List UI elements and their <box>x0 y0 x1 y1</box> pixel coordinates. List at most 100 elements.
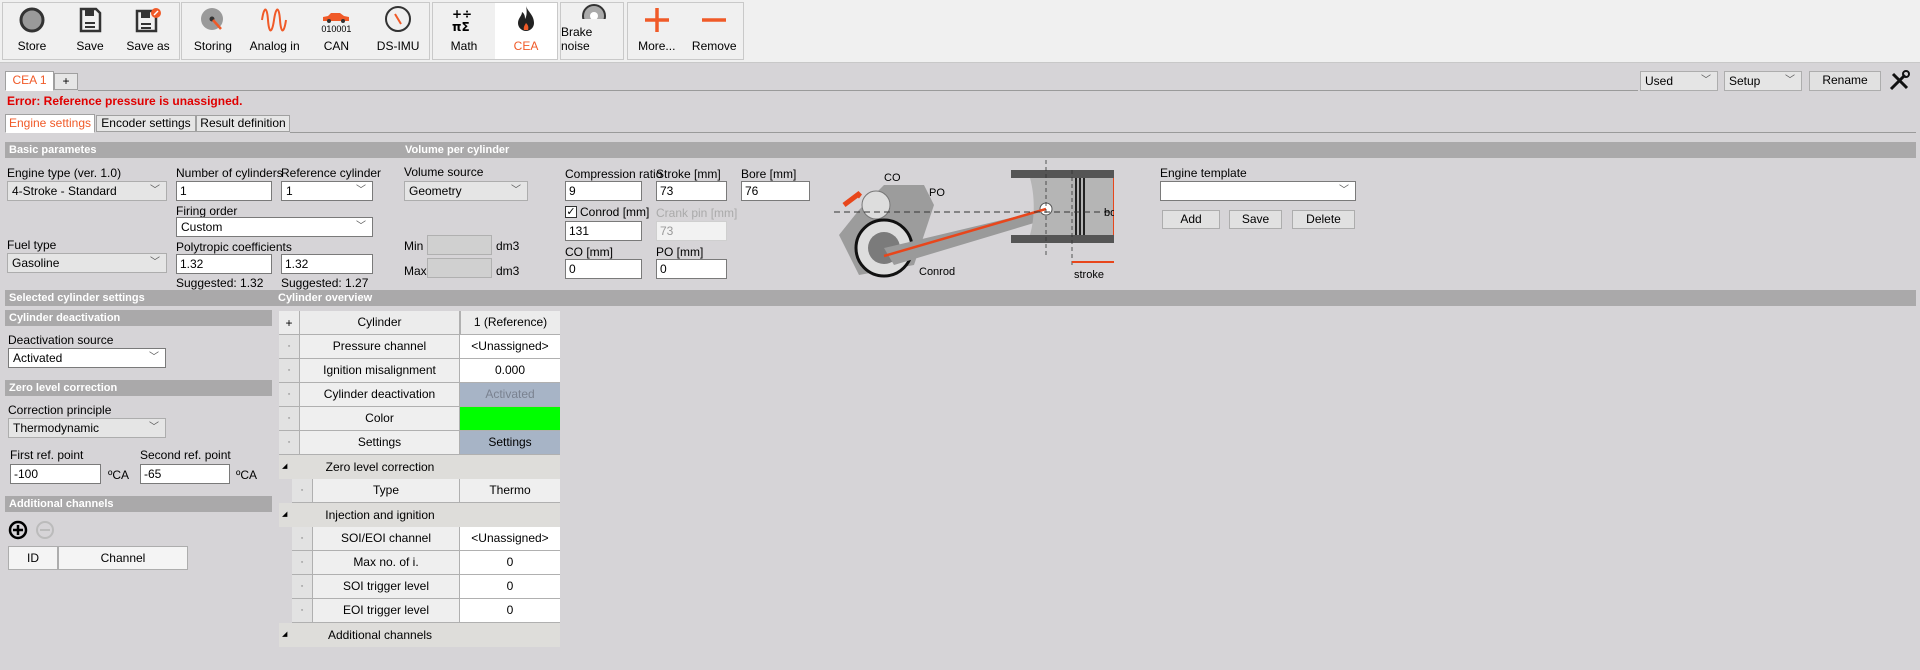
row-label: Type <box>313 479 460 503</box>
tab-cea-1[interactable]: CEA 1 <box>5 71 54 91</box>
table-row: ▫ SOI trigger level 0 <box>292 575 560 599</box>
can-button[interactable]: 010001 CAN <box>306 3 368 59</box>
first-ref-input[interactable]: -100 <box>10 464 101 484</box>
sine-wave-icon <box>260 8 287 32</box>
conrod-checkbox[interactable]: ✓ <box>565 206 577 218</box>
engine-type-select[interactable]: 4-Stroke - Standard ﹀ <box>7 181 167 201</box>
brake-noise-button[interactable]: Brake noise <box>561 3 623 59</box>
rename-button[interactable]: Rename <box>1809 71 1881 91</box>
deactivation-source-select[interactable]: Activated ﹀ <box>8 348 166 368</box>
chevron-down-icon: ﹀ <box>1339 185 1349 196</box>
storing-button[interactable]: Storing <box>182 3 244 59</box>
stroke-input[interactable]: 73 <box>656 181 727 201</box>
analog-in-button[interactable]: Analog in <box>244 3 306 59</box>
eoi-trigger-cell[interactable]: 0 <box>460 599 560 623</box>
suggested-1: Suggested: 1.32 <box>176 276 264 290</box>
subtab-encoder-settings[interactable]: Encoder settings <box>96 115 196 132</box>
second-ref-input[interactable]: -65 <box>140 464 230 484</box>
store-button[interactable]: Store <box>3 3 61 59</box>
cea-button[interactable]: CEA <box>495 3 557 59</box>
ref-cylinder-label: Reference cylinder <box>281 166 382 180</box>
template-save-button[interactable]: Save <box>1229 210 1282 229</box>
crank-pin-label: Crank pin [mm] <box>656 206 738 220</box>
conrod-input[interactable]: 131 <box>565 221 642 241</box>
remove-button[interactable]: Remove <box>686 3 744 59</box>
template-add-button[interactable]: Add <box>1162 210 1220 229</box>
channel-column-header[interactable]: Channel <box>58 546 188 570</box>
subtab-engine-settings[interactable]: Engine settings <box>5 114 95 133</box>
tab-strip-line <box>78 90 1638 91</box>
engine-geometry-diagram: + − CO PO Conrod bore stroke <box>834 160 1114 281</box>
subtab-result-definition[interactable]: Result definition <box>196 115 290 132</box>
bore-diagram-label: bore <box>1104 207 1114 219</box>
second-ref-label: Second ref. point <box>140 448 231 462</box>
num-cylinders-input[interactable]: 1 <box>176 181 272 201</box>
po-input[interactable]: 0 <box>656 259 727 279</box>
row-label: Color <box>300 407 460 431</box>
cylinder-1-column-header[interactable]: 1 (Reference) <box>460 311 560 335</box>
basic-params-header: Basic parametes Volume per cylinder <box>5 142 1916 158</box>
ref-cylinder-select[interactable]: 1 ﹀ <box>281 181 373 201</box>
co-label: CO [mm] <box>565 245 613 259</box>
row-label: SOI trigger level <box>313 575 460 599</box>
min-unit: dm3 <box>496 239 520 253</box>
po-label: PO [mm] <box>656 245 704 259</box>
toolbar-group-brake: Brake noise <box>560 2 624 60</box>
color-swatch-cell[interactable] <box>460 407 560 431</box>
id-column-header[interactable]: ID <box>8 546 58 570</box>
max-injections-cell[interactable]: 0 <box>460 551 560 575</box>
chevron-down-icon: ﹀ <box>149 422 159 433</box>
engine-template-select[interactable]: ﹀ <box>1160 181 1356 201</box>
toolbar-group-inputs: Storing Analog in 010001 CAN DS-IMU <box>181 2 430 60</box>
bore-input[interactable]: 76 <box>741 181 810 201</box>
remove-channel-icon[interactable] <box>35 520 55 540</box>
add-cylinder-button[interactable]: + <box>279 311 300 335</box>
suggested-2: Suggested: 1.27 <box>281 276 369 290</box>
additional-channels-group-row[interactable]: ◢ Additional channels <box>279 623 560 647</box>
math-button[interactable]: +÷ πΣ Math <box>433 3 495 59</box>
volume-source-select[interactable]: Geometry ﹀ <box>404 181 528 201</box>
co-input[interactable]: 0 <box>565 259 642 279</box>
subtab-line <box>290 132 1916 133</box>
fuel-type-label: Fuel type <box>7 238 57 252</box>
save-as-button[interactable]: Save as <box>119 3 177 59</box>
template-delete-button[interactable]: Delete <box>1292 210 1355 229</box>
settings-cell-button[interactable]: Settings <box>460 431 560 455</box>
add-tab-button[interactable]: + <box>54 73 78 90</box>
ds-imu-button[interactable]: DS-IMU <box>367 3 429 59</box>
row-marker: ▫ <box>292 599 313 623</box>
cylinder-deactivation-cell[interactable]: Activated <box>460 383 560 407</box>
zero-level-group-row[interactable]: ◢ Zero level correction <box>279 455 560 479</box>
table-row: ▫ Ignition misalignment 0.000 <box>279 359 560 383</box>
correction-principle-select[interactable]: Thermodynamic ﹀ <box>8 418 166 438</box>
firing-order-select[interactable]: Custom ﹀ <box>176 217 373 237</box>
used-select[interactable]: Used ﹀ <box>1640 71 1718 91</box>
soi-eoi-channel-cell[interactable]: <Unassigned> <box>460 527 560 551</box>
more-button[interactable]: More... <box>628 3 686 59</box>
table-row: ▫ Cylinder deactivation Activated <box>279 383 560 407</box>
pressure-channel-cell[interactable]: <Unassigned> <box>460 335 560 359</box>
tools-icon[interactable] <box>1888 70 1910 92</box>
polytropic-2-input[interactable]: 1.32 <box>281 254 373 274</box>
engine-type-label: Engine type (ver. 1.0) <box>7 166 122 180</box>
table-row: ▫ Pressure channel <Unassigned> <box>279 335 560 359</box>
compression-ratio-input[interactable]: 9 <box>565 181 642 201</box>
fuel-type-select[interactable]: Gasoline ﹀ <box>7 253 167 273</box>
soi-trigger-cell[interactable]: 0 <box>460 575 560 599</box>
polytropic-1-input[interactable]: 1.32 <box>176 254 272 274</box>
chevron-down-icon: ﹀ <box>1701 75 1711 86</box>
plus-icon <box>644 8 669 32</box>
cylinder-deactivation-header: Cylinder deactivation <box>5 310 272 326</box>
table-row: ▫ Max no. of i. 0 <box>292 551 560 575</box>
deactivation-source-label: Deactivation source <box>8 333 114 347</box>
add-channel-icon[interactable] <box>8 520 28 540</box>
ignition-misalignment-cell[interactable]: 0.000 <box>460 359 560 383</box>
correction-principle-label: Correction principle <box>8 403 112 417</box>
setup-select[interactable]: Setup ﹀ <box>1724 71 1802 91</box>
row-marker: ▫ <box>279 407 300 431</box>
second-ref-unit: ºCA <box>236 468 258 482</box>
zero-type-cell[interactable]: Thermo <box>460 479 560 503</box>
injection-group-row[interactable]: ◢ Injection and ignition <box>279 503 560 527</box>
engine-template-label: Engine template <box>1160 166 1247 180</box>
save-button[interactable]: Save <box>61 3 119 59</box>
